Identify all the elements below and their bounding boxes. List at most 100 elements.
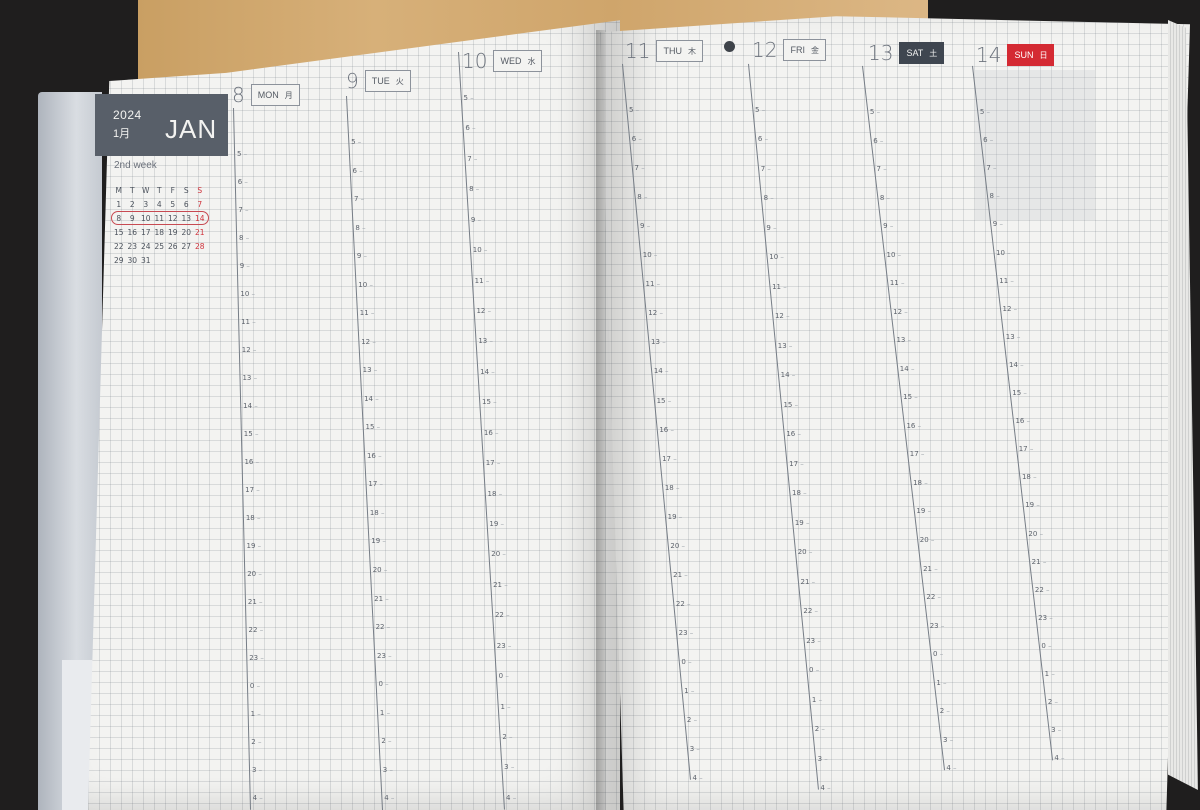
hour-label: 22 (926, 593, 941, 601)
hour-label: 21 (374, 595, 389, 603)
hour-label: 9 (766, 224, 776, 232)
hour-label: 13 (778, 342, 793, 350)
hour-label: 9 (240, 262, 250, 270)
hour-label: 17 (662, 455, 677, 463)
hour-label: 7 (635, 164, 645, 172)
hour-label: 6 (758, 135, 768, 143)
hour-label: 5 (237, 150, 247, 158)
hour-label: 8 (469, 185, 479, 193)
hour-label: 0 (1041, 642, 1051, 650)
hour-label: 19 (489, 520, 504, 528)
mini-calendar: M T W T F S S 1 2 3 4 5 6 7 8 9 10 11 12 13 14 15 16 17 18 19 20 21… (112, 184, 218, 268)
hour-label: 20 (1028, 530, 1043, 538)
hour-label: 11 (475, 277, 490, 285)
hour-label: 19 (795, 519, 810, 527)
mini-calendar-day: 31 (140, 256, 151, 265)
mini-calendar-day: 18 (154, 228, 165, 237)
hour-label: 3 (943, 736, 953, 744)
hour-label: 23 (679, 629, 694, 637)
hour-label: 7 (761, 165, 771, 173)
hour-label: 2 (502, 733, 512, 741)
hour-label: 13 (478, 337, 493, 345)
weekday-tag: TUE 火 (364, 70, 411, 92)
hour-label: 22 (803, 607, 818, 615)
mini-calendar-day (153, 254, 167, 268)
hour-label: 12 (361, 338, 376, 346)
hour-label: 5 (980, 108, 990, 116)
hour-label: 12 (1003, 305, 1018, 313)
hour-label: 15 (482, 398, 497, 406)
mini-calendar-day (166, 254, 180, 268)
hour-label: 15 (657, 397, 672, 405)
hour-label: 10 (996, 249, 1011, 257)
current-week-highlight (111, 211, 209, 225)
hour-label: 1 (936, 679, 946, 687)
weekday-tag: WED 水 (493, 50, 543, 72)
hour-label: 2 (381, 737, 391, 745)
hour-label: 18 (665, 484, 680, 492)
hour-label: 10 (358, 281, 373, 289)
mini-calendar-day: 4 (156, 200, 162, 209)
day-number: 12 (752, 38, 778, 62)
hour-label: 10 (240, 290, 255, 298)
mini-calendar-weekday: T (156, 186, 162, 195)
hour-label: 17 (245, 486, 260, 494)
hour-label: 4 (820, 784, 830, 792)
hour-label: 15 (783, 401, 798, 409)
hour-label: 22 (376, 623, 391, 631)
mini-calendar-day: 5 (170, 200, 176, 209)
mini-calendar-weekday: M (115, 186, 122, 195)
hour-label: 11 (646, 280, 661, 288)
hour-label: 15 (903, 393, 918, 401)
day-header-wed: 10 WED 水 (462, 48, 543, 74)
hour-label: 22 (676, 600, 691, 608)
mini-calendar-weekday: S (197, 186, 203, 195)
page-edges (1168, 20, 1198, 790)
mini-calendar-week: 1234567 (112, 198, 218, 212)
hour-label: 1 (251, 710, 261, 718)
mini-calendar-weekday: F (170, 186, 175, 195)
hour-label: 6 (238, 178, 248, 186)
hour-label: 18 (246, 514, 261, 522)
hour-label: 5 (464, 94, 474, 102)
hour-label: 13 (363, 366, 378, 374)
hour-label: 5 (755, 106, 765, 114)
hour-label: 19 (1025, 501, 1040, 509)
hour-label: 23 (497, 642, 512, 650)
hour-label: 5 (870, 108, 880, 116)
hour-label: 16 (1015, 417, 1030, 425)
hour-label: 0 (378, 680, 388, 688)
hour-label: 20 (798, 548, 813, 556)
hour-label: 17 (1019, 445, 1034, 453)
hour-label: 16 (367, 452, 382, 460)
hour-label: 4 (1054, 754, 1064, 762)
mini-calendar-day: 20 (181, 228, 192, 237)
hour-label: 8 (990, 192, 1000, 200)
hour-label: 13 (651, 338, 666, 346)
hour-label: 6 (983, 136, 993, 144)
mini-calendar-day: 7 (197, 200, 203, 209)
hour-label: 13 (242, 374, 257, 382)
hour-label: 9 (883, 222, 893, 230)
weekday-tag: THU 木 (656, 40, 703, 62)
hour-label: 19 (916, 507, 931, 515)
weekday-en: SUN (1014, 50, 1034, 60)
hour-label: 21 (248, 598, 263, 606)
mini-calendar-weekday: T (129, 186, 135, 195)
mini-calendar-day (180, 254, 194, 268)
hour-label: 5 (351, 138, 361, 146)
month-name: JAN (165, 114, 218, 144)
weekday-tag: FRI 金 (783, 39, 826, 61)
hour-label: 7 (238, 206, 248, 214)
hour-label: 18 (488, 490, 503, 498)
hour-label: 20 (247, 570, 262, 578)
mini-calendar-weekdays: MTWTFSS (112, 184, 218, 198)
hour-label: 20 (491, 550, 506, 558)
hour-label: 6 (353, 167, 363, 175)
day-number: 14 (976, 43, 1002, 67)
hour-label: 8 (355, 224, 365, 232)
hour-label: 8 (764, 194, 774, 202)
mini-calendar-weekday: S (183, 186, 189, 195)
mini-calendar-day: 23 (127, 242, 138, 251)
day-number: 8 (232, 83, 245, 107)
